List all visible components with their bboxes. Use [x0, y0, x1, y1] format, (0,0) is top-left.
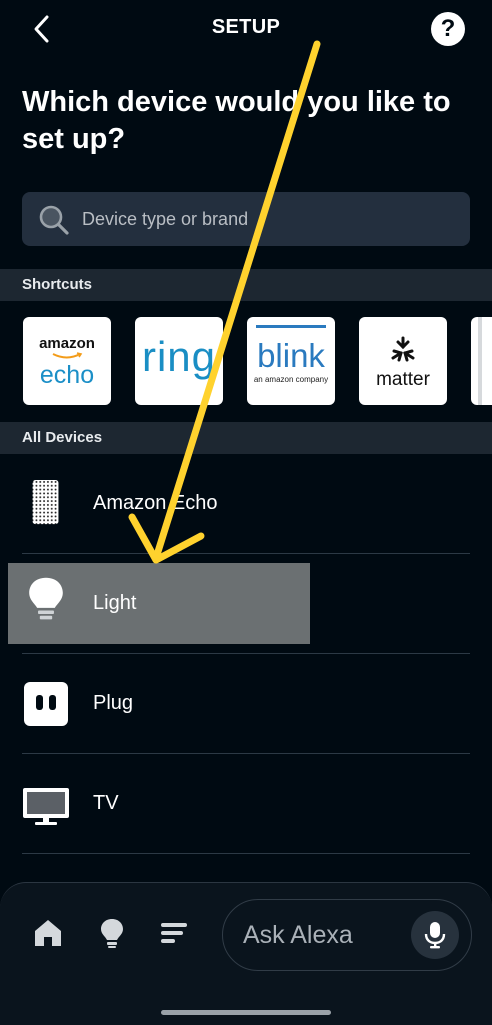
- microphone-icon: [424, 922, 446, 949]
- shortcuts-label: Shortcuts: [22, 276, 93, 293]
- shortcut-matter[interactable]: matter: [359, 317, 447, 405]
- microphone-button[interactable]: [411, 911, 459, 959]
- ask-alexa-bar[interactable]: Ask Alexa: [222, 899, 472, 971]
- device-label: Light: [93, 592, 137, 614]
- lightbulb-icon: [29, 577, 63, 620]
- matter-logo-text: matter: [376, 369, 430, 390]
- matter-logo-icon: [391, 336, 415, 362]
- blink-tagline: an amazon company: [253, 375, 329, 384]
- page-header-title: SETUP: [211, 16, 281, 38]
- all-devices-label: All Devices: [22, 429, 103, 446]
- blink-logo-bar: [256, 325, 326, 328]
- tv-icon: [23, 788, 69, 825]
- blink-logo-text: blink: [257, 337, 325, 374]
- device-row-light[interactable]: Light: [0, 554, 492, 654]
- device-label: TV: [93, 792, 119, 814]
- page-title: Which device would you like to set up?: [22, 86, 451, 155]
- shortcut-ring[interactable]: ring: [135, 317, 223, 405]
- plug-icon: [24, 682, 68, 726]
- search-bar[interactable]: [22, 192, 470, 246]
- search-icon: [39, 205, 69, 235]
- ring-logo-text: ring: [141, 333, 217, 380]
- device-row-plug[interactable]: Plug: [0, 654, 492, 754]
- amazon-smile-icon: [52, 352, 83, 359]
- shortcut-partial-edge: [478, 317, 482, 405]
- shortcut-blink[interactable]: blink an amazon company: [247, 317, 335, 405]
- device-label: Amazon Echo: [93, 492, 218, 514]
- header: SETUP ?: [0, 0, 492, 60]
- device-row-tv[interactable]: TV: [0, 754, 492, 854]
- devices-nav-icon[interactable]: [96, 917, 128, 949]
- help-button[interactable]: ?: [431, 12, 465, 46]
- divider: [22, 853, 470, 854]
- home-icon[interactable]: [32, 917, 64, 949]
- search-input[interactable]: [82, 192, 282, 246]
- all-devices-section-header: All Devices: [0, 422, 492, 454]
- shortcut-more[interactable]: [471, 317, 492, 405]
- speaker-icon: [32, 480, 59, 525]
- shortcut-amazon-echo[interactable]: amazon echo: [23, 317, 111, 405]
- home-indicator: [161, 1010, 331, 1015]
- bottom-navigation: Ask Alexa: [0, 882, 492, 1025]
- more-menu-icon[interactable]: [158, 917, 190, 949]
- amazon-logo-text: amazon: [39, 335, 95, 352]
- echo-logo-text: echo: [39, 361, 95, 389]
- device-row-amazon-echo[interactable]: Amazon Echo: [0, 454, 492, 554]
- shortcuts-section-header: Shortcuts: [0, 269, 492, 301]
- ask-alexa-label: Ask Alexa: [243, 921, 353, 949]
- device-label: Plug: [93, 692, 134, 714]
